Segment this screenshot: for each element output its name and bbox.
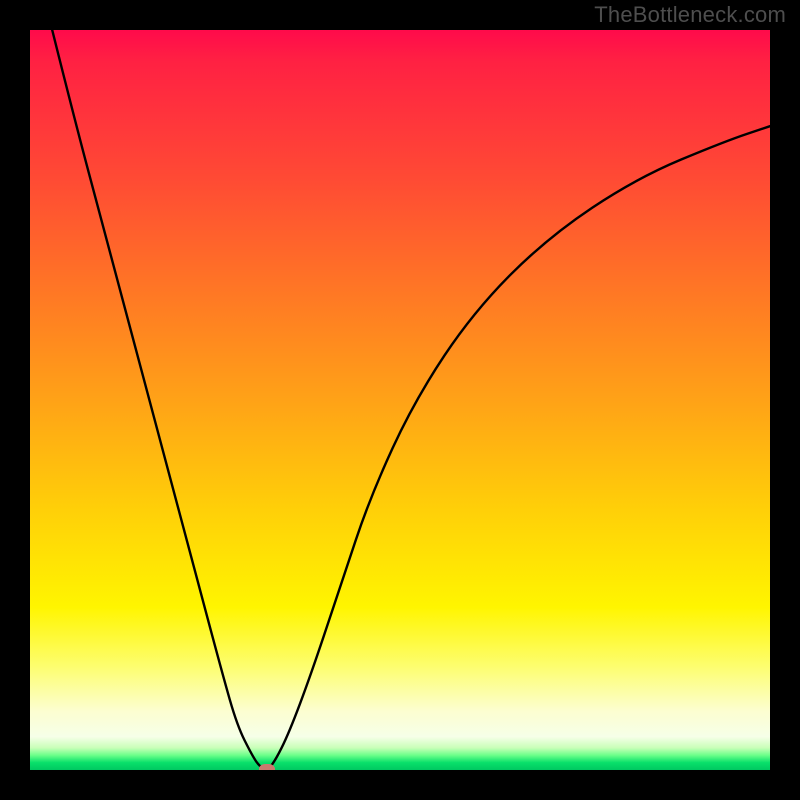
plot-area — [30, 30, 770, 770]
bottleneck-curve — [30, 30, 770, 770]
valley-marker-icon — [259, 764, 275, 770]
chart-frame: TheBottleneck.com — [0, 0, 800, 800]
watermark-text: TheBottleneck.com — [594, 2, 786, 28]
